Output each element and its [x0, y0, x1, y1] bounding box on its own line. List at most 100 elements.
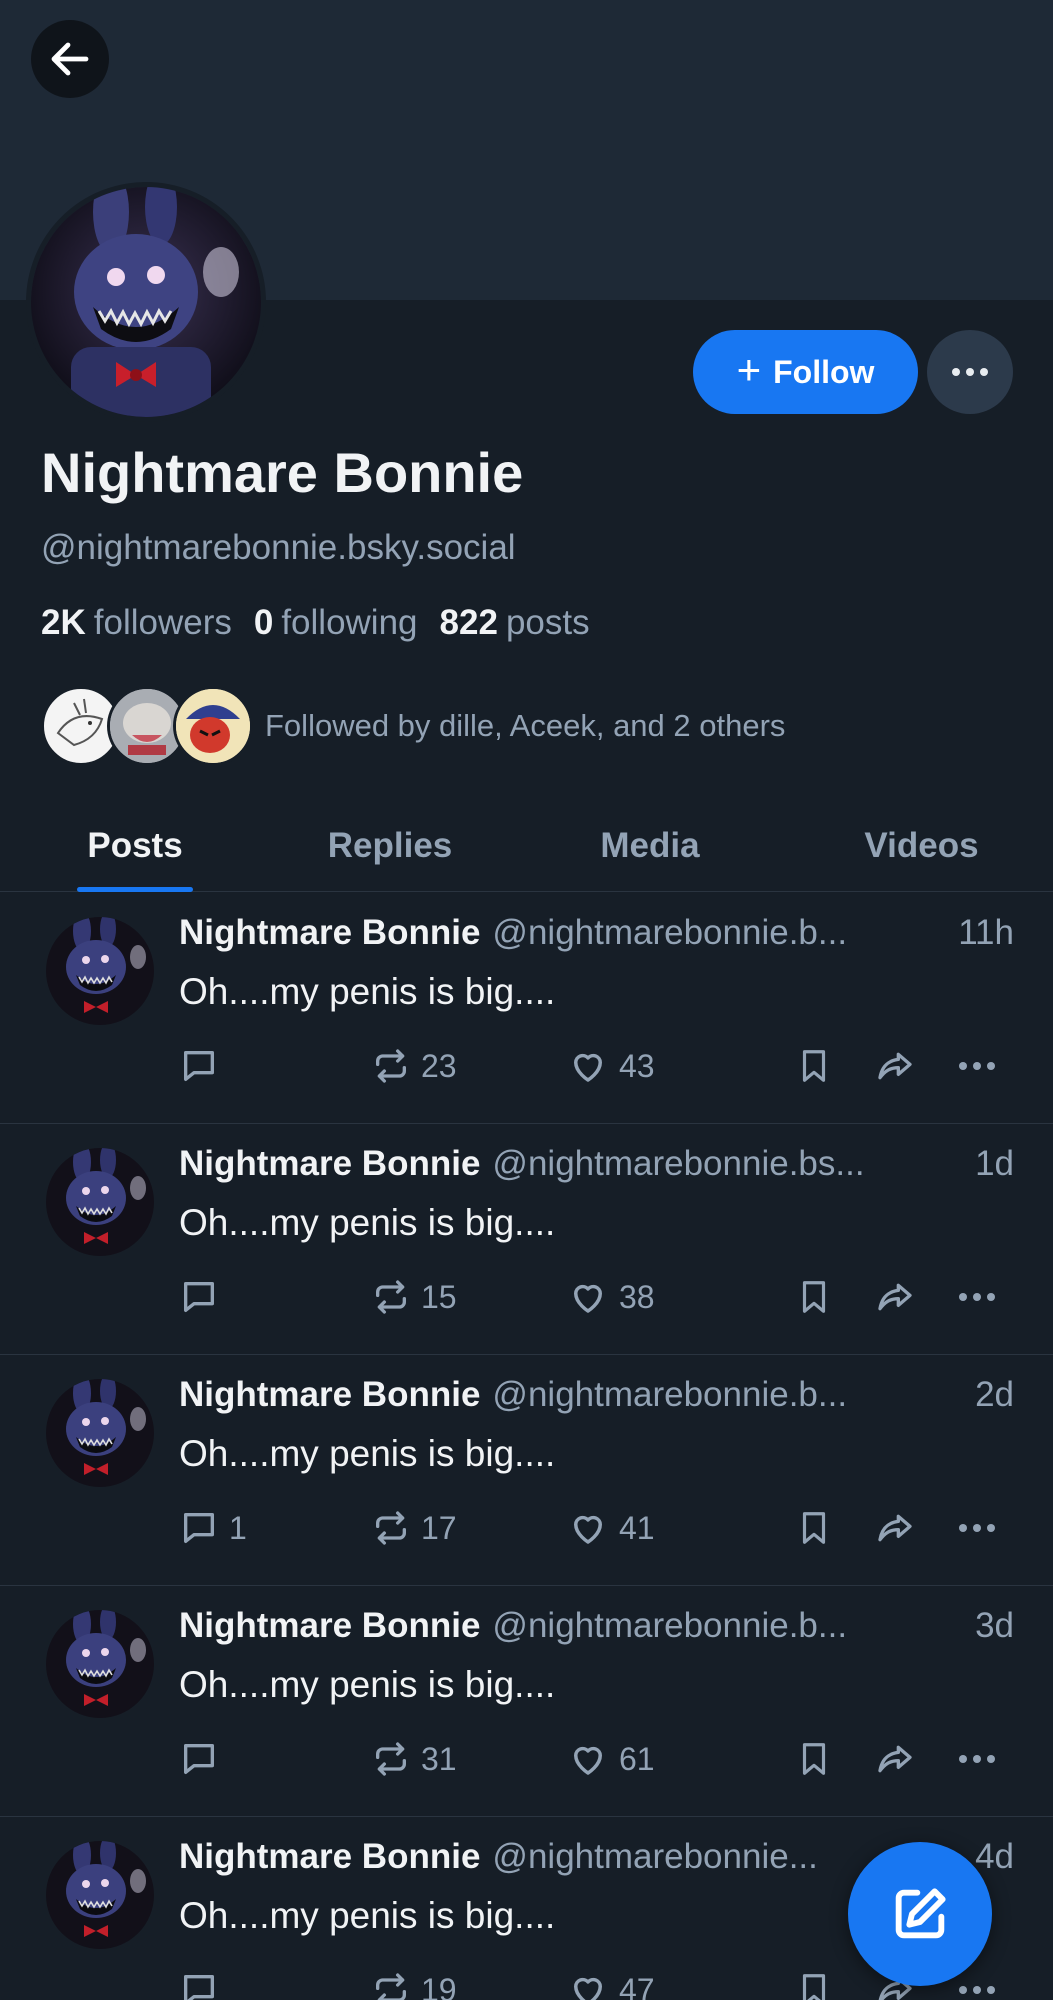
- post-author-name[interactable]: Nightmare Bonnie: [179, 1375, 480, 1425]
- profile-stats: 2K followers 0 following 822 posts: [41, 603, 590, 643]
- post-more-button[interactable]: [957, 1734, 997, 1784]
- bookmark-icon: [802, 1512, 826, 1544]
- share-button[interactable]: [873, 1734, 917, 1784]
- post-author-name[interactable]: Nightmare Bonnie: [179, 1144, 480, 1194]
- share-button[interactable]: [873, 1503, 917, 1553]
- followers-label: followers: [93, 603, 232, 642]
- post-actions: 31 61: [179, 1734, 1019, 1784]
- bookmark-icon: [802, 1281, 826, 1313]
- reply-button[interactable]: 1: [179, 1503, 247, 1553]
- bookmark-button[interactable]: [795, 1734, 833, 1784]
- post-text: Oh....my penis is big....: [179, 1202, 556, 1243]
- repost-button[interactable]: 31: [371, 1734, 457, 1784]
- post-author-name[interactable]: Nightmare Bonnie: [179, 913, 480, 963]
- post-item[interactable]: Nightmare Bonnie @nightmarebonnie.b... 2…: [0, 1355, 1053, 1586]
- post-item[interactable]: Nightmare Bonnie @nightmarebonnie.bs... …: [0, 1124, 1053, 1355]
- follow-button[interactable]: + Follow: [693, 330, 918, 414]
- follower-avatar: [173, 686, 253, 766]
- post-avatar[interactable]: [46, 1610, 154, 1718]
- post-meta: Nightmare Bonnie @nightmarebonnie.bs... …: [179, 1144, 1014, 1194]
- tab-replies[interactable]: Replies: [270, 800, 510, 892]
- repost-icon: [376, 1742, 406, 1776]
- reply-button[interactable]: [179, 1965, 229, 2000]
- repost-count: 19: [421, 1971, 457, 2000]
- post-author-handle[interactable]: @nightmarebonnie.b...: [492, 1606, 961, 1656]
- profile-handle: @nightmarebonnie.bsky.social: [41, 528, 516, 567]
- reply-count: 1: [229, 1509, 247, 1546]
- like-button[interactable]: 38: [567, 1272, 655, 1322]
- repost-icon: [376, 1280, 406, 1314]
- profile-more-button[interactable]: [927, 330, 1013, 414]
- bookmark-icon: [802, 1974, 826, 2000]
- share-button[interactable]: [873, 1041, 917, 1091]
- post-text: Oh....my penis is big....: [179, 1895, 556, 1936]
- post-avatar[interactable]: [46, 917, 154, 1025]
- plus-icon: +: [736, 346, 762, 393]
- post-item[interactable]: Nightmare Bonnie @nightmarebonnie.b... 1…: [0, 893, 1053, 1124]
- reply-icon: [184, 1051, 214, 1081]
- post-timestamp[interactable]: 2d: [975, 1375, 1014, 1425]
- like-button[interactable]: 47: [567, 1965, 655, 2000]
- ellipsis-icon: [959, 1755, 995, 1763]
- post-timestamp[interactable]: 3d: [975, 1606, 1014, 1656]
- like-count: 43: [619, 1047, 655, 1084]
- share-icon: [878, 1514, 912, 1542]
- post-author-name[interactable]: Nightmare Bonnie: [179, 1837, 480, 1887]
- post-avatar[interactable]: [46, 1841, 154, 1949]
- tab-videos[interactable]: Videos: [790, 800, 1053, 892]
- tab-posts[interactable]: Posts: [0, 800, 270, 892]
- like-button[interactable]: 41: [567, 1503, 655, 1553]
- like-count: 61: [619, 1740, 655, 1777]
- post-timestamp[interactable]: 11h: [958, 913, 1014, 963]
- repost-button[interactable]: 19: [371, 1965, 457, 2000]
- back-button[interactable]: [31, 20, 109, 98]
- post-author-handle[interactable]: @nightmarebonnie.bs...: [492, 1144, 961, 1194]
- like-count: 47: [619, 1971, 655, 2000]
- bookmark-button[interactable]: [795, 1272, 833, 1322]
- share-button[interactable]: [873, 1272, 917, 1322]
- compose-button[interactable]: [848, 1842, 992, 1986]
- post-more-button[interactable]: [957, 1503, 997, 1553]
- post-meta: Nightmare Bonnie @nightmarebonnie.b... 2…: [179, 1375, 1014, 1425]
- ellipsis-icon: [959, 1062, 995, 1070]
- post-avatar[interactable]: [46, 1379, 154, 1487]
- repost-button[interactable]: 23: [371, 1041, 457, 1091]
- following-stat[interactable]: 0 following: [254, 603, 418, 643]
- profile-display-name: Nightmare Bonnie: [41, 441, 524, 504]
- post-author-handle[interactable]: @nightmarebonnie.b...: [492, 913, 944, 963]
- post-actions: 23 43: [179, 1041, 1019, 1091]
- profile-avatar[interactable]: [26, 182, 266, 422]
- following-label: following: [281, 603, 418, 642]
- share-icon: [878, 1283, 912, 1311]
- bookmark-button[interactable]: [795, 1503, 833, 1553]
- post-more-button[interactable]: [957, 1041, 997, 1091]
- like-button[interactable]: 43: [567, 1041, 655, 1091]
- bookmark-button[interactable]: [795, 1965, 833, 2000]
- follower-avatars: [41, 686, 253, 766]
- post-avatar[interactable]: [46, 1148, 154, 1256]
- post-more-button[interactable]: [957, 1272, 997, 1322]
- reply-button[interactable]: [179, 1272, 229, 1322]
- tab-videos-label: Videos: [864, 826, 979, 865]
- bookmark-button[interactable]: [795, 1041, 833, 1091]
- like-button[interactable]: 61: [567, 1734, 655, 1784]
- repost-count: 15: [421, 1278, 457, 1315]
- post-meta: Nightmare Bonnie @nightmarebonnie.b... 3…: [179, 1606, 1014, 1656]
- post-timestamp[interactable]: 1d: [975, 1144, 1014, 1194]
- repost-button[interactable]: 17: [371, 1503, 457, 1553]
- reply-button[interactable]: [179, 1734, 229, 1784]
- tab-media[interactable]: Media: [510, 800, 790, 892]
- like-count: 41: [619, 1509, 655, 1546]
- repost-button[interactable]: 15: [371, 1272, 457, 1322]
- ellipsis-icon: [959, 1293, 995, 1301]
- followed-by-row[interactable]: Followed by dille, Aceek, and 2 others: [41, 686, 785, 766]
- back-arrow-icon: [51, 42, 89, 76]
- followers-stat[interactable]: 2K followers: [41, 603, 232, 643]
- post-author-name[interactable]: Nightmare Bonnie: [179, 1606, 480, 1656]
- repost-count: 31: [421, 1740, 457, 1777]
- post-text: Oh....my penis is big....: [179, 1664, 556, 1705]
- post-item[interactable]: Nightmare Bonnie @nightmarebonnie.b... 3…: [0, 1586, 1053, 1817]
- reply-button[interactable]: [179, 1041, 229, 1091]
- post-author-handle[interactable]: @nightmarebonnie.b...: [492, 1375, 961, 1425]
- compose-icon: [895, 1888, 946, 1939]
